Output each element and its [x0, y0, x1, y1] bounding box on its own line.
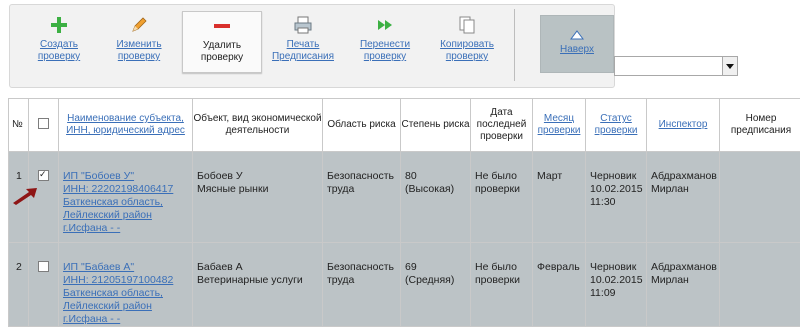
header-object: Объект, вид экономической деятельности — [192, 98, 323, 152]
fast-forward-icon — [378, 20, 392, 30]
inspections-table: № Наименование субъекта, ИНН, юридически… — [8, 98, 800, 327]
status-date: 10.02.2015 — [590, 274, 643, 286]
select-all-checkbox[interactable] — [38, 117, 49, 129]
status-time: 11:09 — [590, 287, 616, 299]
last-check: Не было проверки — [475, 170, 520, 195]
table-row[interactable]: 2 ИП "Бабаев А" ИНН: 21205197100482 Батк… — [8, 242, 800, 327]
inspector-name: Абдрахманов Мирлан — [651, 261, 717, 286]
header-risk-degree: Степень риска — [400, 98, 471, 152]
print-order-label: Печать Предписания — [271, 39, 334, 62]
copy-inspection-label: Копировать проверку — [440, 39, 494, 62]
subject-address-line2[interactable]: Лейлекский район — [63, 300, 152, 312]
create-inspection-label: Создать проверку — [37, 39, 81, 62]
printer-icon — [294, 16, 312, 34]
delete-inspection-label: Удалить проверку — [200, 40, 244, 63]
pointer-arrow-icon — [13, 188, 37, 205]
risk-degree-value: 80 — [405, 170, 417, 182]
print-order-button[interactable]: Печать Предписания — [264, 11, 342, 71]
row-checkbox[interactable] — [38, 261, 49, 272]
subject-address-line3[interactable]: г.Исфана - - — [63, 222, 120, 234]
move-inspection-label: Перенести проверку — [359, 39, 411, 62]
delete-inspection-button[interactable]: Удалить проверку — [182, 11, 262, 73]
subject-address-line1[interactable]: Баткенская область, — [63, 287, 163, 299]
risk-degree-level: (Средняя) — [405, 274, 455, 286]
subject-name-link[interactable]: ИП "Бобоев У" — [63, 170, 134, 182]
header-last-check: Дата последней проверки — [470, 98, 533, 152]
row-checkbox[interactable] — [38, 168, 49, 181]
edit-inspection-button[interactable]: Изменить проверку — [100, 11, 178, 71]
header-status-link[interactable]: Статус проверки — [595, 113, 638, 136]
table-row[interactable]: 1 ИП "Бобоев У" ИНН: 22202198406417 Батк… — [8, 151, 800, 243]
header-status[interactable]: Статус проверки — [585, 98, 647, 152]
copy-inspection-button[interactable]: Копировать проверку — [428, 11, 506, 71]
toolbar: Создать проверку Изменить проверку Удали… — [9, 4, 615, 88]
inspector-name: Абдрахманов Мирлан — [651, 170, 717, 195]
status-date: 10.02.2015 — [590, 183, 643, 195]
toolbar-separator — [514, 9, 515, 81]
subject-address-line1[interactable]: Баткенская область, — [63, 196, 163, 208]
scroll-top-label: Наверх — [560, 44, 594, 55]
row-number: 2 — [16, 261, 22, 273]
header-subject-link[interactable]: Наименование субъекта, ИНН, юридический … — [66, 113, 185, 136]
risk-area: Безопасность труда — [327, 261, 394, 286]
subject-inn-link[interactable]: ИНН: 21205197100482 — [63, 274, 173, 286]
move-inspection-button[interactable]: Перенести проверку — [346, 11, 424, 71]
risk-degree-level: (Высокая) — [405, 183, 455, 195]
header-select-all — [28, 98, 59, 152]
subject-inn-link[interactable]: ИНН: 22202198406417 — [63, 183, 173, 195]
header-order-number: Номер предписания — [719, 98, 800, 152]
header-number: № — [8, 98, 29, 152]
status-text: Черновик — [590, 261, 637, 273]
object-activity: Мясные рынки — [197, 183, 269, 195]
object-name: Бобоев У — [197, 170, 243, 182]
order-number — [720, 243, 800, 261]
order-number — [720, 152, 800, 170]
edit-inspection-label: Изменить проверку — [116, 39, 162, 62]
header-month-link[interactable]: Месяц проверки — [538, 113, 581, 136]
create-inspection-button[interactable]: Создать проверку — [20, 11, 98, 71]
subject-address-line2[interactable]: Лейлекский район — [63, 209, 152, 221]
filter-select[interactable] — [614, 56, 738, 76]
subject-name-link[interactable]: ИП "Бабаев А" — [63, 261, 134, 273]
status-time: 11:30 — [590, 196, 616, 208]
header-inspector-link[interactable]: Инспектор — [659, 119, 708, 130]
header-inspector[interactable]: Инспектор — [646, 98, 720, 152]
header-subject[interactable]: Наименование субъекта, ИНН, юридический … — [58, 98, 193, 152]
risk-area: Безопасность труда — [327, 170, 394, 195]
row-number: 1 — [16, 170, 22, 182]
status-text: Черновик — [590, 170, 637, 182]
plus-icon — [51, 17, 67, 33]
scroll-top-button[interactable]: Наверх — [540, 15, 614, 73]
header-month[interactable]: Месяц проверки — [532, 98, 586, 152]
check-month: Февраль — [537, 261, 580, 273]
header-risk-area: Область риска — [322, 98, 401, 152]
triangle-up-icon — [570, 30, 584, 40]
subject-address-line3[interactable]: г.Исфана - - — [63, 313, 120, 325]
pencil-icon — [132, 17, 147, 32]
risk-degree-value: 69 — [405, 261, 417, 273]
object-name: Бабаев А — [197, 261, 243, 273]
copy-icon — [459, 16, 475, 34]
chevron-down-icon[interactable] — [722, 57, 737, 75]
object-activity: Ветеринарные услуги — [197, 274, 303, 286]
check-month: Март — [537, 170, 563, 182]
last-check: Не было проверки — [475, 261, 520, 286]
minus-icon — [214, 24, 230, 28]
